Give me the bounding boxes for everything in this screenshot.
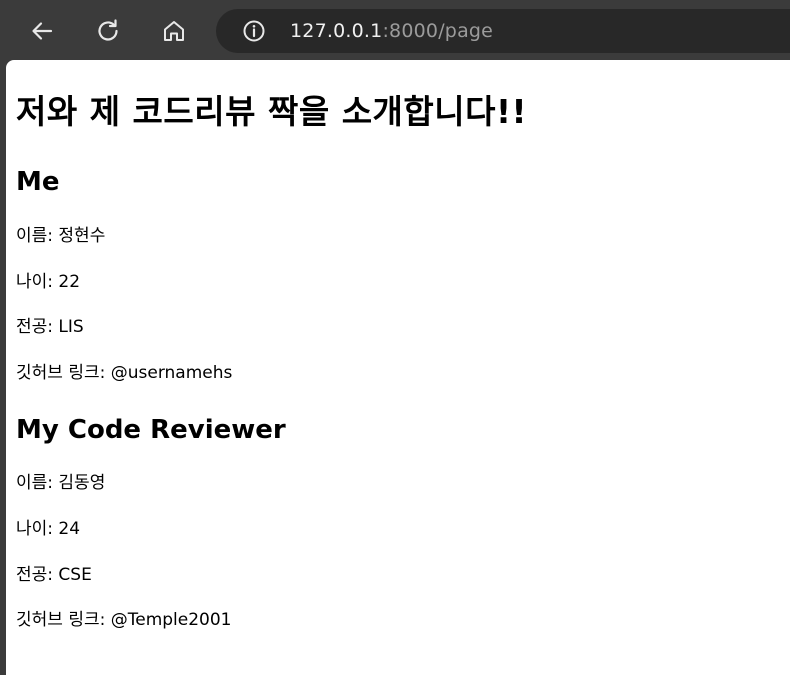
arrow-left-icon	[29, 18, 55, 44]
address-bar[interactable]: 127.0.0.1:8000/page	[216, 9, 790, 53]
home-button[interactable]	[156, 13, 192, 49]
me-major: 전공: LIS	[16, 317, 84, 337]
reload-button[interactable]	[90, 13, 126, 49]
reload-icon	[95, 18, 121, 44]
reviewer-heading: My Code Reviewer	[16, 415, 286, 445]
me-heading: Me	[16, 167, 60, 197]
me-name: 이름: 정현수	[16, 226, 106, 246]
page-title: 저와 제 코드리뷰 짝을 소개합니다!!	[16, 92, 528, 131]
reviewer-github: 깃허브 링크: @Temple2001	[16, 610, 232, 630]
back-button[interactable]	[24, 13, 60, 49]
reviewer-major: 전공: CSE	[16, 565, 92, 585]
info-icon[interactable]	[242, 19, 266, 43]
reviewer-name: 이름: 김동영	[16, 473, 106, 493]
me-age: 나이: 22	[16, 272, 81, 292]
me-github: 깃허브 링크: @usernamehs	[16, 363, 233, 383]
url-path: :8000/page	[382, 20, 494, 42]
reviewer-age: 나이: 24	[16, 519, 81, 539]
home-icon	[161, 18, 187, 44]
url-host: 127.0.0.1	[290, 20, 383, 42]
browser-toolbar: 127.0.0.1:8000/page	[0, 0, 790, 60]
url-text[interactable]: 127.0.0.1:8000/page	[290, 19, 493, 43]
page-viewport: 저와 제 코드리뷰 짝을 소개합니다!! Me 이름: 정현수 나이: 22 전…	[6, 60, 790, 675]
